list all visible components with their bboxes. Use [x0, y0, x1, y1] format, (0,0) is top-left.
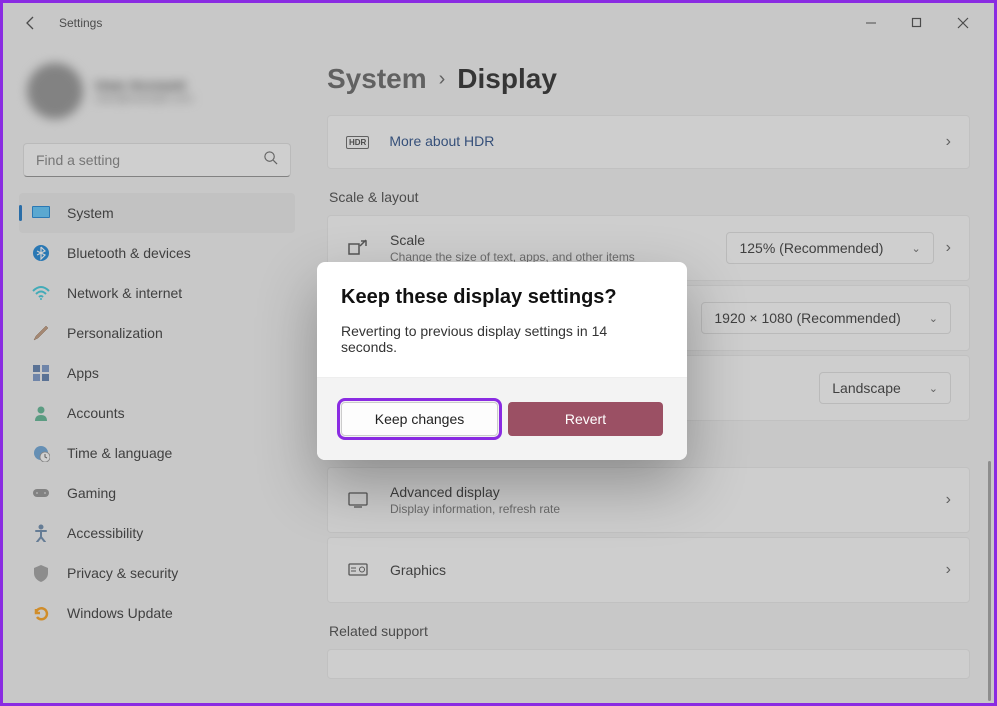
- display-settings-dialog: Keep these display settings? Reverting t…: [317, 262, 687, 460]
- dialog-message: Reverting to previous display settings i…: [341, 323, 663, 355]
- dialog-title: Keep these display settings?: [341, 286, 663, 309]
- keep-changes-button[interactable]: Keep changes: [341, 402, 498, 436]
- revert-button[interactable]: Revert: [508, 402, 663, 436]
